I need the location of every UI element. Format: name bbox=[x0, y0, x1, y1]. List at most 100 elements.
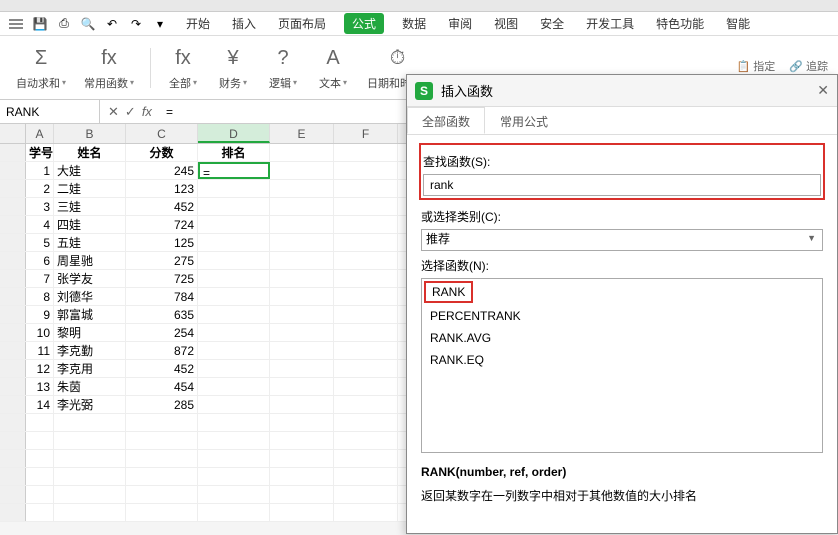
cell[interactable]: 452 bbox=[126, 198, 198, 215]
cell[interactable]: 张学友 bbox=[54, 270, 126, 287]
row-header[interactable] bbox=[0, 360, 26, 377]
cell[interactable]: 黎明 bbox=[54, 324, 126, 341]
cell[interactable]: 郭富城 bbox=[54, 306, 126, 323]
cell[interactable] bbox=[198, 216, 270, 233]
col-header[interactable]: E bbox=[270, 124, 334, 143]
ribbon-all[interactable]: fx 全部▾ bbox=[161, 45, 205, 91]
cell[interactable]: 三娃 bbox=[54, 198, 126, 215]
ribbon-finance[interactable]: ¥ 财务▾ bbox=[211, 45, 255, 91]
cell[interactable]: 李克勤 bbox=[54, 342, 126, 359]
search-input[interactable] bbox=[423, 174, 821, 196]
cell[interactable]: 9 bbox=[26, 306, 54, 323]
redo-icon[interactable]: ↷ bbox=[128, 16, 144, 32]
cell[interactable]: 大娃 bbox=[54, 162, 126, 179]
list-item[interactable]: RANK.AVG bbox=[422, 327, 822, 349]
print-icon[interactable]: ⎙ bbox=[56, 16, 72, 32]
menu-insert[interactable]: 插入 bbox=[228, 13, 260, 34]
tab-common-formulas[interactable]: 常用公式 bbox=[485, 107, 563, 134]
trace-button[interactable]: 🔗 追踪 bbox=[789, 58, 828, 74]
cell[interactable]: 13 bbox=[26, 378, 54, 395]
undo-icon[interactable]: ↶ bbox=[104, 16, 120, 32]
row-header[interactable] bbox=[0, 234, 26, 251]
row-header[interactable] bbox=[0, 324, 26, 341]
ribbon-logic[interactable]: ? 逻辑▾ bbox=[261, 45, 305, 91]
cell[interactable]: 1 bbox=[26, 162, 54, 179]
cell[interactable] bbox=[198, 180, 270, 197]
menu-formula[interactable]: 公式 bbox=[344, 13, 384, 34]
function-list[interactable]: RANK PERCENTRANK RANK.AVG RANK.EQ bbox=[421, 278, 823, 453]
menu-smart[interactable]: 智能 bbox=[722, 13, 754, 34]
fx-icon[interactable]: fx bbox=[142, 104, 152, 119]
col-header[interactable]: F bbox=[334, 124, 398, 143]
cell[interactable]: 4 bbox=[26, 216, 54, 233]
row-header[interactable] bbox=[0, 288, 26, 305]
cell[interactable] bbox=[198, 324, 270, 341]
cell[interactable]: 李克用 bbox=[54, 360, 126, 377]
cell[interactable]: 724 bbox=[126, 216, 198, 233]
cell[interactable]: 725 bbox=[126, 270, 198, 287]
menu-layout[interactable]: 页面布局 bbox=[274, 13, 330, 34]
cell[interactable]: 285 bbox=[126, 396, 198, 413]
cell[interactable] bbox=[198, 234, 270, 251]
cell[interactable]: 刘德华 bbox=[54, 288, 126, 305]
cell[interactable]: 452 bbox=[126, 360, 198, 377]
cell[interactable]: 四娃 bbox=[54, 216, 126, 233]
tab-all-functions[interactable]: 全部函数 bbox=[407, 107, 485, 134]
select-all-corner[interactable] bbox=[0, 124, 26, 143]
cell[interactable]: 8 bbox=[26, 288, 54, 305]
hamburger-icon[interactable] bbox=[8, 16, 24, 32]
cell[interactable] bbox=[198, 396, 270, 413]
cell[interactable]: 254 bbox=[126, 324, 198, 341]
cell[interactable] bbox=[198, 360, 270, 377]
preview-icon[interactable]: 🔍 bbox=[80, 16, 96, 32]
row-header[interactable] bbox=[0, 216, 26, 233]
cell[interactable] bbox=[198, 198, 270, 215]
col-header[interactable]: B bbox=[54, 124, 126, 143]
list-item[interactable]: RANK.EQ bbox=[422, 349, 822, 371]
assign-button[interactable]: 📋 指定 bbox=[736, 58, 775, 74]
cell[interactable] bbox=[198, 378, 270, 395]
row-header[interactable] bbox=[0, 342, 26, 359]
col-header[interactable]: C bbox=[126, 124, 198, 143]
cell[interactable]: 五娃 bbox=[54, 234, 126, 251]
menu-special[interactable]: 特色功能 bbox=[652, 13, 708, 34]
list-item[interactable]: PERCENTRANK bbox=[422, 305, 822, 327]
cell[interactable]: 周星驰 bbox=[54, 252, 126, 269]
cell[interactable]: 14 bbox=[26, 396, 54, 413]
cell[interactable]: 二娃 bbox=[54, 180, 126, 197]
cell[interactable]: 245 bbox=[126, 162, 198, 179]
ribbon-text[interactable]: A 文本▾ bbox=[311, 45, 355, 91]
row-header[interactable] bbox=[0, 270, 26, 287]
col-header[interactable]: D bbox=[198, 124, 270, 143]
row-header[interactable] bbox=[0, 306, 26, 323]
cell[interactable]: 11 bbox=[26, 342, 54, 359]
cell[interactable]: 125 bbox=[126, 234, 198, 251]
row-header[interactable] bbox=[0, 252, 26, 269]
cell[interactable] bbox=[198, 306, 270, 323]
menu-data[interactable]: 数据 bbox=[398, 13, 430, 34]
cell[interactable]: 学号 bbox=[26, 144, 54, 161]
cell[interactable]: 784 bbox=[126, 288, 198, 305]
row-header[interactable] bbox=[0, 396, 26, 413]
cell[interactable]: 排名 bbox=[198, 144, 270, 161]
cell[interactable]: 朱茵 bbox=[54, 378, 126, 395]
cancel-icon[interactable]: ✕ bbox=[108, 104, 119, 120]
cell[interactable]: 10 bbox=[26, 324, 54, 341]
cell[interactable]: 454 bbox=[126, 378, 198, 395]
cell[interactable] bbox=[198, 288, 270, 305]
save-icon[interactable]: 💾 bbox=[32, 16, 48, 32]
category-select[interactable]: 推荐 bbox=[421, 229, 823, 251]
ribbon-common[interactable]: fx 常用函数▾ bbox=[78, 45, 140, 91]
cell[interactable]: 2 bbox=[26, 180, 54, 197]
cell[interactable]: 7 bbox=[26, 270, 54, 287]
row-header[interactable] bbox=[0, 180, 26, 197]
ribbon-autosum[interactable]: Σ 自动求和▾ bbox=[10, 45, 72, 91]
menu-dev[interactable]: 开发工具 bbox=[582, 13, 638, 34]
confirm-icon[interactable]: ✓ bbox=[125, 104, 136, 120]
menu-view[interactable]: 视图 bbox=[490, 13, 522, 34]
list-item[interactable]: RANK bbox=[422, 279, 822, 305]
menu-security[interactable]: 安全 bbox=[536, 13, 568, 34]
cell[interactable] bbox=[198, 342, 270, 359]
row-header[interactable] bbox=[0, 378, 26, 395]
cell[interactable]: 分数 bbox=[126, 144, 198, 161]
